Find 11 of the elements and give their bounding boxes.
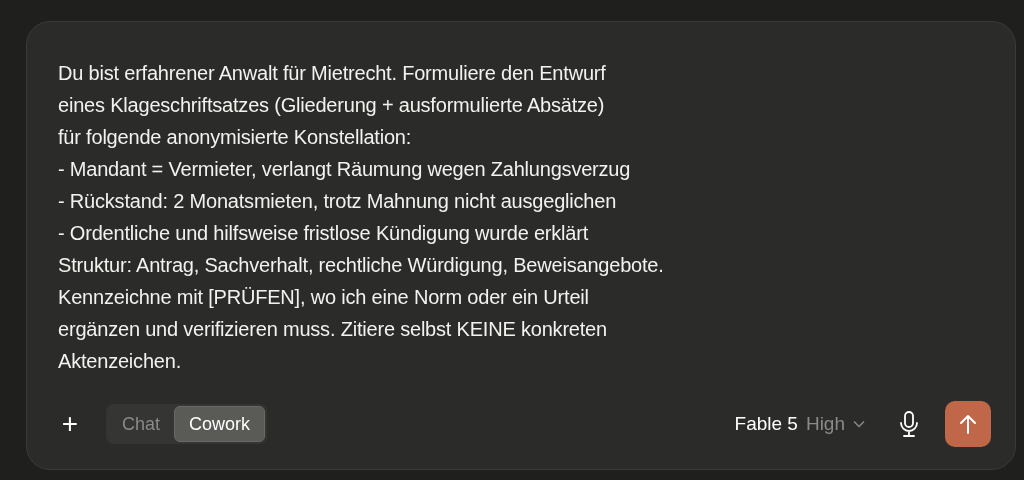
microphone-icon[interactable] (899, 411, 919, 437)
add-button[interactable]: + (58, 409, 82, 439)
arrow-up-icon (959, 414, 977, 434)
mode-tab[interactable]: Chat (108, 406, 175, 442)
effort-level: High (805, 411, 845, 436)
chevron-icon (853, 420, 865, 428)
prompt-text[interactable]: Du bist erfahrener Anwalt für Mietrecht. Formuliere den Entwurf eines Klageschriftsatzes (Gliederung + ausformulierte Absätze) für folgende anonymisierte Konstellation: - Mandant = Vermieter, verlangt Räumung wegen Zahlungsverzug - Rückstand: 2 Monatsmieten, trotz Mahnung nicht ausgeglichen - Ordentliche und hilfsweise fristlose Kündigung wurde erklärt Struktur: Antrag, Sachverhalt, rechtliche Würdigung, Beweisangebote. Kennzeichne mit [PRÜFEN], wo ich eine Norm oder ein Urteil ergänzen und verifizieren muss. Zitiere selbst KEINE konkreten Aktenzeichen. (58, 57, 991, 401)
mode-tab[interactable]: Cowork (174, 406, 266, 442)
model-selector[interactable]: Fable 5 High (734, 409, 865, 439)
model-name: Fable 5 (734, 411, 798, 436)
send-button[interactable] (945, 401, 991, 447)
